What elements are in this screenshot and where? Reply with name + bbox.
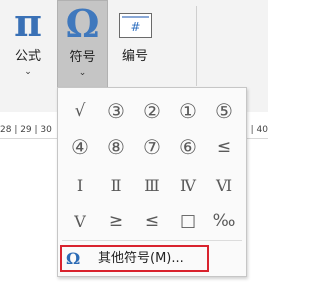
formula-button[interactable]: π 公式 ⌄: [0, 0, 56, 88]
symbol-cell[interactable]: Ⅱ: [97, 167, 135, 203]
symbol-cell[interactable]: √: [61, 93, 99, 129]
numbering-icon: #: [119, 13, 152, 38]
group-divider: [196, 6, 197, 86]
symbol-cell[interactable]: ‰: [205, 203, 243, 239]
omega-icon: Ω: [66, 249, 81, 268]
more-symbols-label: 其他符号(M)...: [98, 251, 184, 266]
chevron-down-icon: ⌄: [78, 68, 87, 78]
symbol-cell[interactable]: ⑦: [133, 129, 171, 165]
symbol-cell[interactable]: Ⅲ: [133, 167, 171, 203]
symbol-cell[interactable]: Ⅴ: [61, 203, 99, 239]
omega-icon: Ω: [65, 1, 100, 46]
symbol-cell[interactable]: Ⅰ: [61, 167, 99, 203]
symbols-dropdown: √ ③ ② ① ⑤ ④ ⑧ ⑦ ⑥ ≤ Ⅰ Ⅱ Ⅲ Ⅳ Ⅵ Ⅴ ≥ ≤ □ ‰ …: [57, 87, 247, 277]
hash-icon: #: [130, 20, 141, 34]
ruler-right-marks: | 40: [250, 125, 268, 135]
chevron-down-icon: ⌄: [24, 67, 32, 77]
symbol-label: 符号: [69, 50, 96, 65]
symbol-cell[interactable]: ②: [133, 93, 171, 129]
pi-icon: π: [14, 0, 42, 45]
symbol-cell[interactable]: ≥: [97, 203, 135, 239]
menu-separator: [62, 240, 242, 241]
symbol-cell[interactable]: Ⅳ: [169, 167, 207, 203]
symbol-cell[interactable]: ⑧: [97, 129, 135, 165]
symbol-button[interactable]: Ω 符号 ⌄: [57, 0, 108, 88]
symbol-cell[interactable]: ⑥: [169, 129, 207, 165]
symbol-cell[interactable]: ≤: [205, 129, 243, 165]
numbering-icon-bar: [122, 16, 149, 18]
ruler-left-marks: 28 | 29 | 30: [0, 125, 52, 135]
symbol-cell[interactable]: ≤: [133, 203, 171, 239]
symbol-cell[interactable]: ④: [61, 129, 99, 165]
symbol-cell[interactable]: ⑤: [205, 93, 243, 129]
symbol-cell[interactable]: □: [169, 203, 207, 239]
symbol-cell[interactable]: Ⅵ: [205, 167, 243, 203]
symbol-cell[interactable]: ③: [97, 93, 135, 129]
numbering-button[interactable]: # 编号: [108, 0, 162, 88]
symbol-cell[interactable]: ①: [169, 93, 207, 129]
formula-label: 公式: [14, 49, 41, 64]
numbering-label: 编号: [121, 49, 148, 64]
more-symbols-item[interactable]: Ω 其他符号(M)...: [60, 245, 209, 272]
